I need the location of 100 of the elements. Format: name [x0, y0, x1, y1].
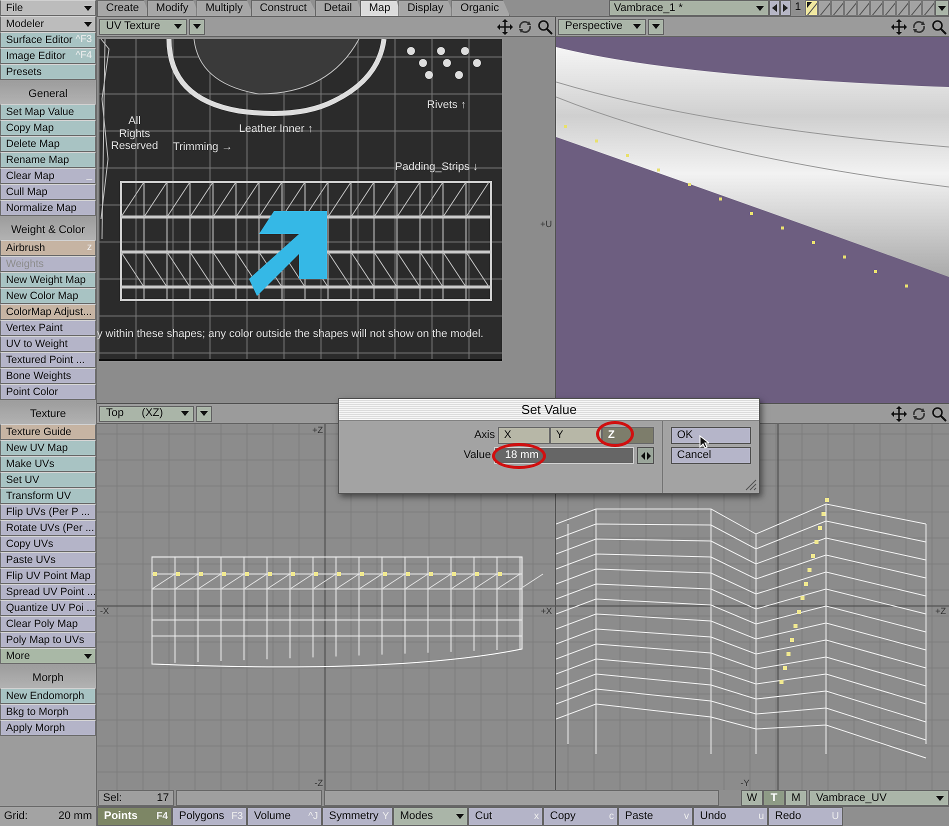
tab[interactable]: Detail — [314, 0, 363, 16]
toolbar-button[interactable]: Copy c — [543, 807, 618, 826]
caret-icon — [756, 6, 764, 10]
axis-label: +Z — [935, 607, 946, 616]
tool-button[interactable]: Clear Poly Map — [0, 616, 96, 632]
toolbar-button[interactable]: Cut x — [468, 807, 543, 826]
previous-button[interactable] — [768, 0, 780, 16]
shortcut-label: v — [684, 812, 689, 822]
shortcut-label: U — [832, 812, 839, 822]
tool-button[interactable]: Texture Guide — [0, 424, 96, 440]
shortcut-label: ^F3 — [76, 35, 92, 45]
menu-dropdown[interactable]: File — [0, 0, 96, 16]
map-mode-button[interactable]: W — [741, 790, 763, 806]
tool-button[interactable]: Copy Map — [0, 120, 96, 136]
move-icon[interactable] — [891, 406, 907, 422]
tool-button[interactable]: Textured Point ... — [0, 352, 96, 368]
next-button[interactable] — [780, 0, 791, 16]
tool-button[interactable]: Paste UVs — [0, 552, 96, 568]
tool-button[interactable]: Image Editor ^F4 — [0, 48, 96, 64]
map-mode-button[interactable]: M — [785, 790, 807, 806]
texture-label: Trimming → — [173, 141, 232, 154]
value-field[interactable]: 18 mm — [494, 447, 634, 464]
tool-button[interactable]: ColorMap Adjust... — [0, 304, 96, 320]
layers-menu-button[interactable] — [935, 0, 949, 16]
shortcut-label: z — [87, 243, 92, 253]
tool-button[interactable]: Copy UVs — [0, 536, 96, 552]
tool-button[interactable]: Presets — [0, 64, 96, 80]
dialog-button[interactable]: Cancel — [671, 447, 751, 464]
spinner-button[interactable] — [637, 447, 654, 464]
rotate-icon[interactable] — [911, 18, 927, 34]
tool-button[interactable]: UV to Weight — [0, 336, 96, 352]
zoom-icon[interactable] — [931, 18, 947, 34]
tool-button[interactable]: Clear Map _ — [0, 168, 96, 184]
tool-button[interactable]: Normalize Map — [0, 200, 96, 216]
tool-button[interactable]: Set UV — [0, 472, 96, 488]
view-dropdown[interactable]: Top (XZ) — [99, 406, 194, 422]
tool-button[interactable]: Set Map Value — [0, 104, 96, 120]
toolbar-button[interactable]: Paste v — [618, 807, 693, 826]
texture-label: Leather Inner ↑ — [239, 123, 313, 136]
axis-label: Axis — [474, 430, 495, 441]
move-icon[interactable] — [497, 18, 513, 34]
dialog-button[interactable]: OK — [671, 427, 751, 444]
rotate-icon[interactable] — [517, 18, 533, 34]
tab[interactable]: Multiply — [196, 0, 254, 16]
texture-label: Rivets ↑ — [427, 99, 466, 112]
dialog-title: Set Value — [339, 399, 759, 421]
menu-dropdown[interactable]: More — [0, 648, 96, 664]
tool-button[interactable]: Apply Morph — [0, 720, 96, 736]
tool-button[interactable]: Delete Map — [0, 136, 96, 152]
texture-label: Padding_Strips ↓ — [395, 161, 478, 174]
tool-button[interactable]: Airbrush z — [0, 240, 96, 256]
tool-button[interactable]: Bone Weights — [0, 368, 96, 384]
tool-button[interactable]: New Color Map — [0, 288, 96, 304]
viewport-menu-button[interactable] — [648, 18, 664, 34]
zoom-icon[interactable] — [931, 406, 947, 422]
toolbar-button[interactable]: Redo U — [768, 807, 843, 826]
viewport-menu-button[interactable] — [196, 406, 212, 422]
tool-button[interactable]: Transform UV — [0, 488, 96, 504]
toolbar-button[interactable]: Undo u — [693, 807, 768, 826]
tool-button[interactable]: Spread UV Point ... — [0, 584, 96, 600]
map-dropdown[interactable]: Vambrace_UV — [809, 790, 949, 806]
layer-number: 1 — [794, 0, 802, 15]
tool-button[interactable]: New UV Map — [0, 440, 96, 456]
rotate-icon[interactable] — [911, 406, 927, 422]
tool-button[interactable]: Vertex Paint — [0, 320, 96, 336]
tool-button[interactable]: Rename Map — [0, 152, 96, 168]
toolbar-button[interactable]: Points F4 — [97, 807, 172, 826]
view-dropdown[interactable]: UV Texture — [99, 18, 187, 34]
caret-icon — [84, 22, 92, 26]
object-dropdown[interactable]: Vambrace_1 * — [608, 0, 769, 16]
tab[interactable]: Construct — [250, 0, 318, 16]
tool-button[interactable]: Surface Editor ^F3 — [0, 32, 96, 48]
tool-button[interactable]: Poly Map to UVs — [0, 632, 96, 648]
toolbar-button[interactable]: Symmetry Y — [322, 807, 393, 826]
shortcut-label: ^J — [308, 812, 318, 822]
tool-button[interactable]: Flip UVs (Per P ... — [0, 504, 96, 520]
tool-button[interactable]: Cull Map — [0, 184, 96, 200]
tool-button[interactable]: New Endomorph — [0, 688, 96, 704]
toolbar-button[interactable]: Volume ^J — [247, 807, 322, 826]
tool-button[interactable]: Quantize UV Poi ... — [0, 600, 96, 616]
shortcut-label: u — [758, 812, 764, 822]
layer-button[interactable] — [805, 0, 818, 16]
menu-dropdown[interactable]: Modeler — [0, 16, 96, 32]
tool-button[interactable]: Bkg to Morph — [0, 704, 96, 720]
view-dropdown[interactable]: Perspective — [558, 18, 646, 34]
viewport-menu-button[interactable] — [189, 18, 205, 34]
tool-button[interactable]: Flip UV Point Map — [0, 568, 96, 584]
toolbar-button[interactable]: Polygons F3 — [172, 807, 247, 826]
tool-button[interactable]: Point Color — [0, 384, 96, 400]
tab[interactable]: Organic — [451, 0, 510, 16]
tool-button[interactable]: New Weight Map — [0, 272, 96, 288]
highlight-circle — [492, 443, 546, 469]
tool-button[interactable]: Rotate UVs (Per ... — [0, 520, 96, 536]
modes-dropdown[interactable]: Modes — [393, 807, 468, 826]
move-icon[interactable] — [891, 18, 907, 34]
axis-option[interactable]: X — [498, 427, 550, 444]
tool-button[interactable]: Make UVs — [0, 456, 96, 472]
axis-option[interactable]: Y — [550, 427, 602, 444]
zoom-icon[interactable] — [537, 18, 553, 34]
axis-option[interactable]: Z — [602, 427, 654, 444]
